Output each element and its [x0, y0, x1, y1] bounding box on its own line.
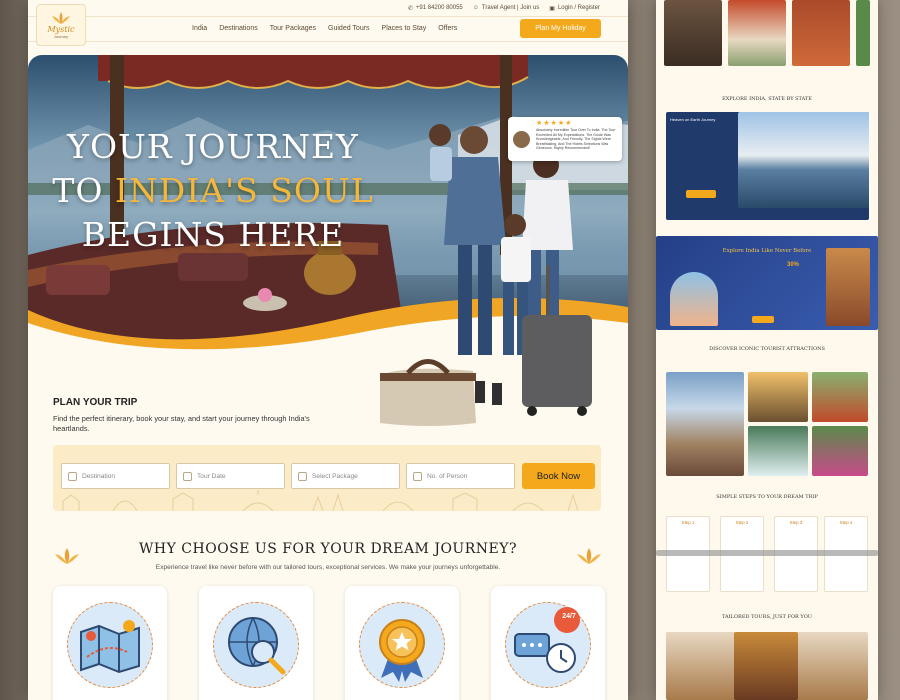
destination-tile[interactable] [664, 0, 722, 66]
top-contact-bar: ✆ +91 84200 80055 ☺ Travel Agent | Join us… [28, 0, 628, 16]
hero-banner: YOUR JOURNEY TO INDIA'S SOUL BEGINS HERE… [28, 55, 628, 355]
plan-trip-description: Find the perfect itinerary, book your st… [53, 414, 310, 433]
travel-agent-link[interactable]: ☺ Travel Agent | Join us [473, 5, 540, 11]
destination-tile[interactable] [792, 0, 850, 66]
feature-card-quality[interactable] [345, 586, 459, 700]
step-label-3: Step 3 [789, 520, 803, 525]
attraction-tile[interactable] [666, 372, 744, 476]
phone-icon: ✆ [407, 5, 413, 12]
tour-date-field[interactable]: Tour Date [176, 463, 285, 489]
globe-search-icon [228, 617, 286, 675]
step-label-1: Step 1 [681, 520, 695, 525]
hero-line-3: BEGINS HERE [81, 215, 345, 254]
monument-skyline-decoration [62, 490, 579, 511]
support-24-7-badge: 24/7 [562, 613, 576, 620]
hero-line-2: TO INDIA'S SOUL [52, 171, 374, 210]
feature-card-destinations[interactable] [199, 586, 313, 700]
temple-image [826, 248, 870, 326]
page-preview-strip: EXPLORE INDIA, STATE BY STATE Heaven on … [656, 0, 878, 700]
nav-link-destinations[interactable]: Destinations [219, 25, 258, 32]
map-icon [80, 620, 140, 674]
nav-link-tour-packages[interactable]: Tour Packages [270, 25, 316, 32]
nav-link-guided-tours[interactable]: Guided Tours [328, 25, 370, 32]
reviewer-avatar [513, 131, 530, 148]
nav-link-offers[interactable]: Offers [438, 25, 457, 32]
person-icon [413, 471, 422, 481]
review-text: Absolutely Incredible Tour Over To India… [536, 128, 616, 151]
plan-my-holiday-button[interactable]: Plan My Holiday [520, 19, 601, 38]
hero-headline: YOUR JOURNEY TO INDIA'S SOUL BEGINS HERE [28, 125, 398, 257]
logo-subtext: Journey [53, 34, 69, 39]
explore-state-title: EXPLORE INDIA, STATE BY STATE [722, 96, 812, 102]
logo-text: Mystic [47, 25, 75, 34]
promo-button[interactable] [752, 316, 774, 323]
discover-title: DISCOVER ICONIC TOURIST ATTRACTIONS [709, 346, 825, 352]
step-label-4: Step 4 [839, 520, 853, 525]
hero-line-1: YOUR JOURNEY [67, 127, 359, 166]
lock-icon: ▣ [549, 5, 555, 12]
nav-links: India Destinations Tour Packages Guided … [192, 25, 457, 32]
logo[interactable]: Mystic Journey [36, 4, 86, 46]
palace-image [734, 632, 798, 700]
attraction-tile[interactable] [748, 426, 808, 476]
why-choose-title: WHY CHOOSE US FOR YOUR DREAM JOURNEY? [139, 541, 517, 557]
promo-discount: 30% [787, 262, 800, 268]
book-now-button[interactable]: Book Now [522, 463, 595, 489]
hero-highlight: INDIA'S SOUL [114, 171, 374, 210]
feature-card-support[interactable]: 24/7 [491, 586, 605, 700]
plan-trip-title: PLAN YOUR TRIP [53, 397, 138, 408]
nav-link-places-to-stay[interactable]: Places to Stay [382, 25, 427, 32]
feature-card-itinerary[interactable] [53, 586, 167, 700]
trip-search-form: Destination Tour Date Select Package No.… [53, 445, 601, 511]
attraction-tile[interactable] [812, 372, 868, 422]
destination-tile[interactable] [728, 0, 786, 66]
phone-link[interactable]: ✆ +91 84200 80055 [408, 5, 463, 12]
travelers-image [670, 272, 718, 326]
step-label-2: Step 2 [735, 520, 749, 525]
steps-title: SIMPLE STEPS TO YOUR DREAM TRIP [716, 494, 818, 500]
kashmir-image [738, 112, 869, 208]
award-badge-icon [379, 619, 425, 682]
user-icon: ☺ [472, 5, 479, 11]
heaven-journey-label: Heaven on Earth Journey [670, 117, 716, 122]
explore-button[interactable] [686, 190, 716, 198]
rating-stars: ★★★★★ [536, 120, 573, 127]
review-card: ★★★★★ Absolutely Incredible Tour Over To… [508, 117, 622, 161]
package-icon [298, 471, 307, 481]
attraction-tile[interactable] [748, 372, 808, 422]
steps-road [656, 550, 878, 556]
attraction-tile[interactable] [812, 426, 868, 476]
tailored-title: TAILORED TOURS, JUST FOR YOU [721, 614, 813, 620]
login-link[interactable]: ▣ Login / Register [549, 5, 600, 12]
lotus-logo-icon [52, 12, 70, 24]
persons-field[interactable]: No. of Person [406, 463, 515, 489]
destination-field[interactable]: Destination [61, 463, 170, 489]
destination-tile[interactable] [856, 0, 870, 66]
nav-link-india[interactable]: India [192, 25, 207, 32]
map-pin-icon [68, 471, 77, 481]
why-choose-subtitle: Experience travel like never before with… [155, 564, 501, 571]
package-select[interactable]: Select Package [291, 463, 400, 489]
calendar-icon [183, 471, 192, 481]
main-page: ✆ +91 84200 80055 ☺ Travel Agent | Join us… [28, 0, 628, 700]
